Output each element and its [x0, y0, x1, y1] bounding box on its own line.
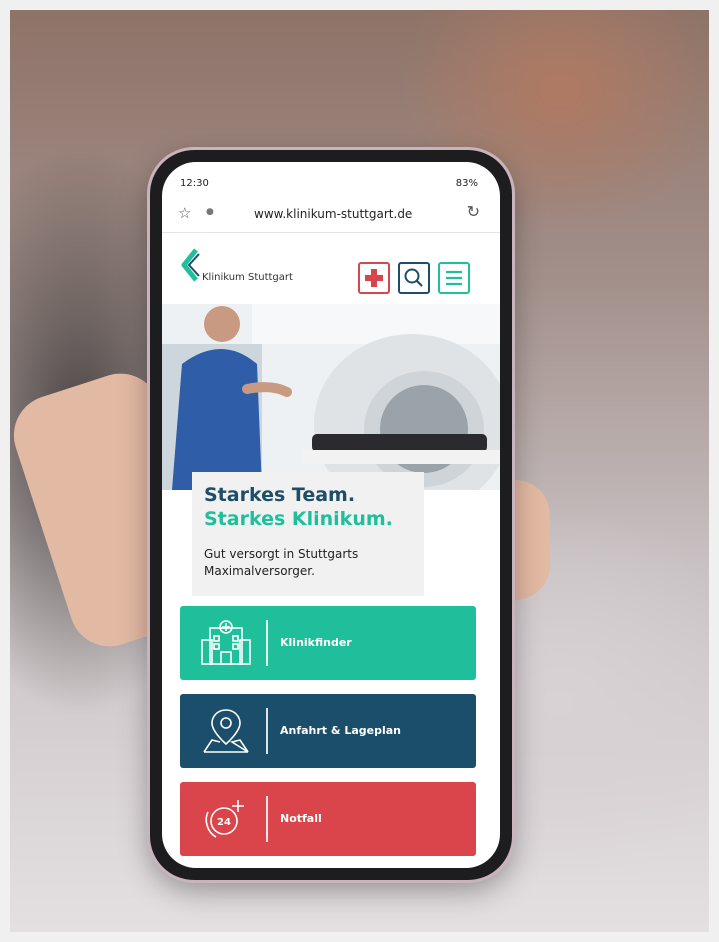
image-border	[0, 0, 719, 942]
